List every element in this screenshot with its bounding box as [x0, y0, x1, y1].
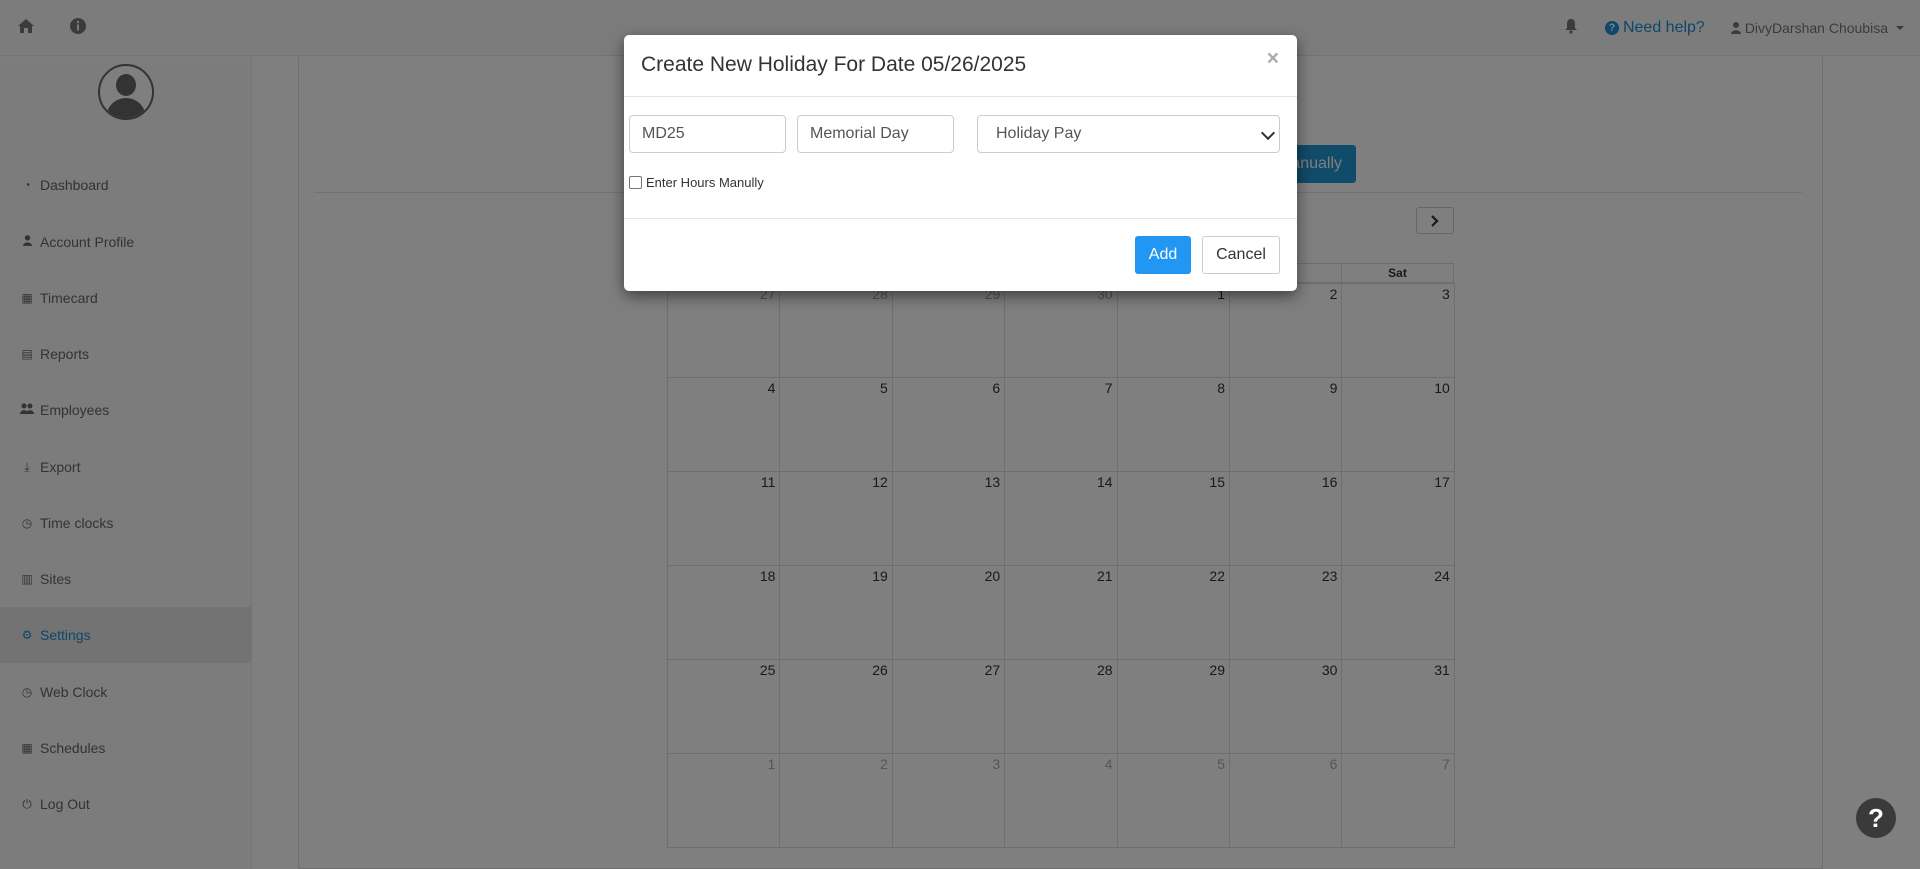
modal-header: Create New Holiday For Date 05/26/2025 ×: [624, 35, 1297, 97]
add-button[interactable]: Add: [1135, 236, 1191, 274]
modal-title: Create New Holiday For Date 05/26/2025: [641, 53, 1027, 76]
holiday-name-value: Memorial Day: [810, 125, 909, 142]
close-icon[interactable]: ×: [1267, 47, 1279, 71]
holiday-code-input[interactable]: MD25: [629, 115, 786, 153]
cancel-button[interactable]: Cancel: [1202, 236, 1280, 274]
chevron-down-icon: [1260, 125, 1276, 141]
create-holiday-modal: Create New Holiday For Date 05/26/2025 ×…: [624, 35, 1297, 291]
enter-hours-checkbox[interactable]: [629, 176, 642, 189]
holiday-type-select[interactable]: Holiday Pay: [977, 115, 1280, 153]
modal-footer-divider: [624, 218, 1297, 219]
holiday-type-value: Holiday Pay: [996, 125, 1082, 142]
floating-help-button[interactable]: ?: [1856, 798, 1896, 838]
enter-hours-label[interactable]: Enter Hours Manully: [646, 175, 764, 190]
enter-hours-row: Enter Hours Manully: [629, 175, 764, 190]
holiday-code-value: MD25: [642, 125, 685, 142]
holiday-name-input[interactable]: Memorial Day: [797, 115, 954, 153]
